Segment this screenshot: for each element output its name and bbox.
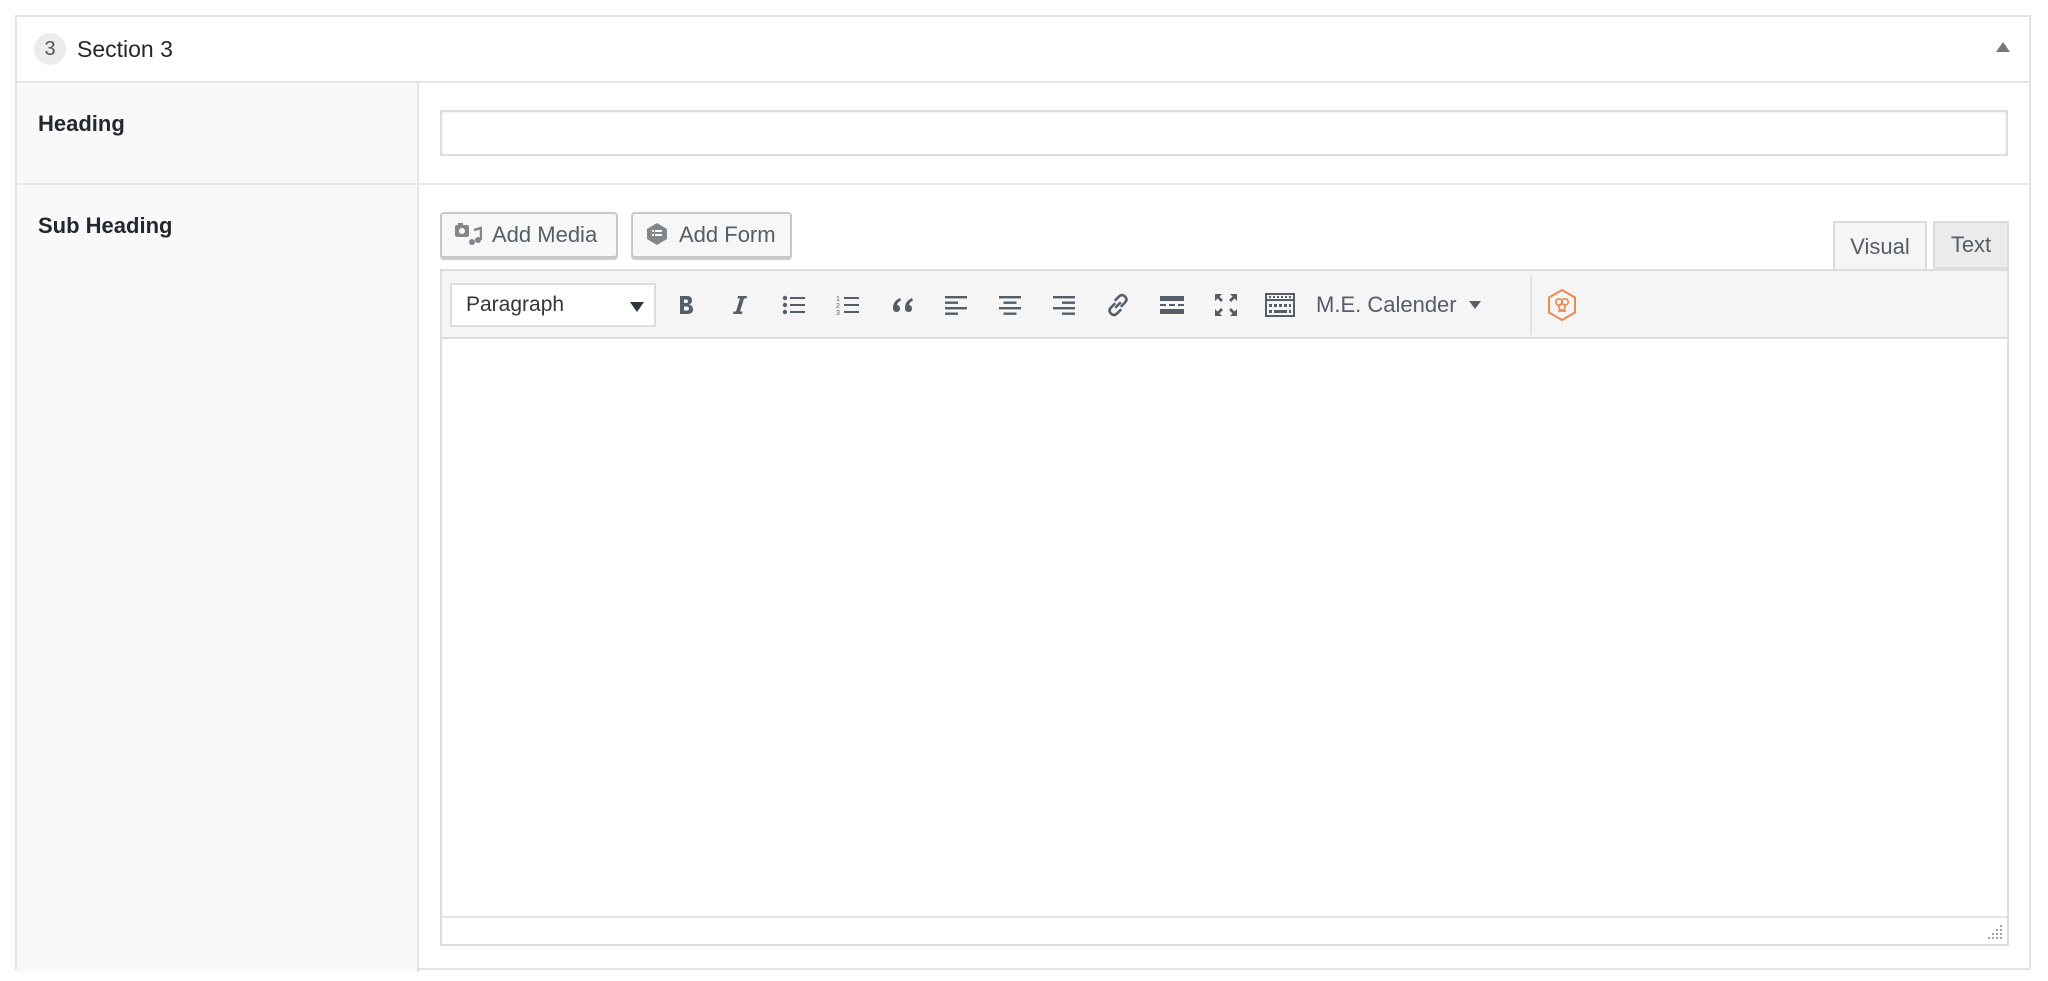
fullscreen-button[interactable]: [1206, 285, 1246, 325]
link-button[interactable]: [1098, 285, 1138, 325]
me-calender-dropdown[interactable]: M.E. Calender: [1316, 283, 1481, 327]
dropdown-arrow-icon: [630, 302, 644, 312]
align-right-icon: [1053, 296, 1075, 315]
heading-label: Heading: [17, 83, 419, 183]
align-left-button[interactable]: [936, 285, 976, 325]
format-select-value: Paragraph: [466, 293, 565, 316]
align-center-button[interactable]: [990, 285, 1030, 325]
section-title: Section 3: [77, 35, 173, 62]
section-header[interactable]: 3 Section 3: [17, 17, 2029, 83]
add-media-button[interactable]: Add Media: [440, 212, 618, 258]
tab-text[interactable]: Text: [1933, 221, 2009, 269]
sub-heading-row: Sub Heading Add Media Add Form Visual Te…: [17, 185, 2029, 972]
section-number-badge: 3: [34, 33, 66, 65]
tab-visual[interactable]: Visual: [1833, 221, 1927, 271]
bulleted-list-icon: [782, 295, 805, 315]
rich-text-editor: Paragraph 1 2 3 M.E. Calender: [440, 269, 2009, 946]
media-icon: [454, 222, 482, 248]
sub-heading-label: Sub Heading: [17, 185, 419, 972]
align-left-icon: [945, 296, 967, 315]
read-more-button[interactable]: [1152, 285, 1192, 325]
svg-text:1: 1: [836, 296, 840, 303]
numbered-list-icon: 1 2 3: [836, 296, 859, 317]
svg-text:2: 2: [836, 303, 840, 310]
plugin-hexagon-icon: [1548, 288, 1576, 322]
triangle-up-icon[interactable]: [1995, 39, 2011, 55]
editor-status-bar: [442, 916, 2007, 944]
me-calender-label: M.E. Calender: [1316, 292, 1457, 317]
add-media-label: Add Media: [492, 222, 598, 247]
blockquote-icon: [893, 298, 913, 312]
editor-content-area[interactable]: [442, 339, 2007, 916]
fullscreen-icon: [1215, 294, 1237, 316]
editor-toolbar: Paragraph 1 2 3 M.E. Calender: [442, 271, 2007, 339]
italic-button[interactable]: [720, 285, 760, 325]
add-form-label: Add Form: [679, 222, 776, 247]
heading-field-col: [419, 83, 2029, 183]
toolbar-toggle-button[interactable]: [1260, 285, 1300, 325]
section-panel: 3 Section 3 Heading Sub Heading Add Medi…: [15, 15, 2031, 972]
plugin-hexagon-button[interactable]: [1542, 285, 1582, 325]
add-form-button[interactable]: Add Form: [631, 212, 792, 258]
blockquote-button[interactable]: [882, 285, 922, 325]
numbered-list-button[interactable]: 1 2 3: [828, 285, 868, 325]
toolbar-divider: [1530, 275, 1532, 335]
bold-button[interactable]: [666, 285, 706, 325]
align-center-icon: [999, 296, 1021, 315]
link-icon: [1108, 293, 1128, 317]
format-select[interactable]: Paragraph: [450, 283, 656, 327]
bulleted-list-button[interactable]: [774, 285, 814, 325]
heading-row: Heading: [17, 83, 2029, 185]
heading-input[interactable]: [440, 110, 2008, 156]
bold-icon: [680, 296, 693, 314]
svg-text:3: 3: [836, 310, 840, 317]
align-right-button[interactable]: [1044, 285, 1084, 325]
chevron-down-icon: [1468, 301, 1481, 309]
toolbar-toggle-icon: [1265, 293, 1295, 317]
sub-heading-field-col: Add Media Add Form Visual Text Paragraph…: [419, 185, 2029, 972]
read-more-icon: [1160, 296, 1184, 314]
resize-handle-icon[interactable]: [1986, 923, 2004, 941]
italic-icon: [733, 296, 747, 314]
form-icon: [645, 222, 669, 248]
